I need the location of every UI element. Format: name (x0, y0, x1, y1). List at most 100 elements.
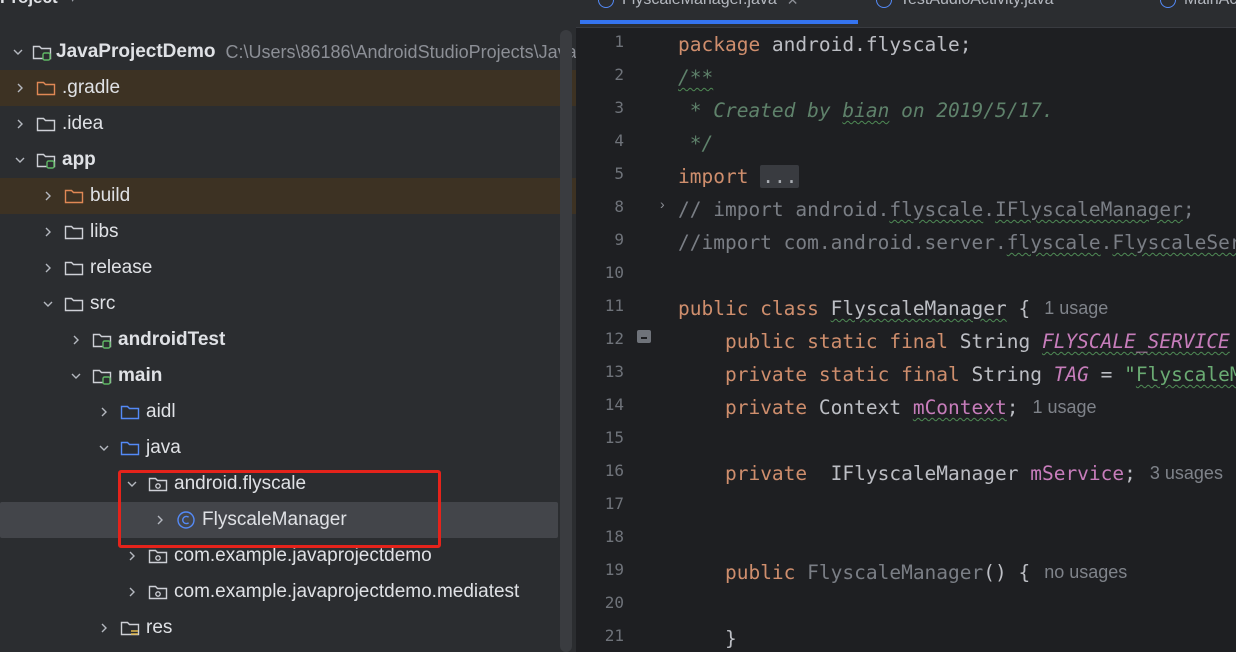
line-number: 9 (614, 230, 624, 249)
tab-testaudioactivity[interactable]: TestAudioActivity.java (876, 0, 1054, 12)
chevron-right-icon[interactable] (124, 586, 140, 598)
line-number: 15 (604, 428, 624, 447)
keyword: package (678, 33, 761, 56)
line-number: 4 (614, 131, 624, 150)
code-text: android.flyscale; (760, 33, 972, 56)
string-literal: FlyscaleManager"; (1135, 363, 1236, 386)
tree-item-libs[interactable]: libs (0, 214, 576, 250)
tab-mainactivity[interactable]: MainActivity.java (1160, 0, 1236, 12)
code-line-9: //import com.android.server. flyscale. Fly… (678, 226, 1236, 259)
comment: ; (1182, 198, 1195, 221)
tab-label: TestAudioActivity.java (900, 0, 1054, 9)
close-icon[interactable]: ✕ (787, 0, 799, 9)
doc-comment: * Created by (678, 99, 843, 122)
tree-item-com-example-javaprojectdemo-mediatest[interactable]: com.example.javaprojectdemo.mediatest (0, 574, 576, 610)
code-text: ; (1124, 462, 1136, 485)
line-number: 19 (604, 560, 624, 579)
tree-item-label: libs (90, 221, 119, 242)
tree-item-idea[interactable]: .idea (0, 106, 576, 142)
line-number: 14 (604, 395, 624, 414)
folded-imports[interactable]: ... (760, 165, 800, 188)
tab-flyscalemanager[interactable]: FlyscaleManager.java ✕ (598, 0, 798, 12)
project-view-title[interactable]: Project (0, 0, 58, 8)
code-area[interactable]: package android.flyscale; /** * Created … (678, 28, 1236, 652)
tree-item-label: release (90, 257, 153, 278)
chevron-down-icon[interactable] (12, 154, 28, 166)
tree-item-main[interactable]: main (0, 358, 576, 394)
class-icon (1160, 0, 1176, 8)
string-literal: " (1124, 363, 1136, 386)
comment: //import com.android.server. (678, 231, 1007, 254)
tree-item-com-example-javaprojectdemo[interactable]: com.example.javaprojectdemo (0, 538, 576, 574)
tab-label: MainActivity.java (1184, 0, 1236, 9)
chevron-right-icon[interactable] (96, 622, 112, 634)
code-text: { (1006, 297, 1031, 320)
code-line-8: // import android. flyscale. IFlyscaleMana… (678, 193, 1195, 226)
tree-item-aidl[interactable]: aidl (0, 394, 576, 430)
fold-arrow-icon[interactable]: › (660, 196, 665, 212)
tree-item-label: androidTest (118, 329, 226, 350)
chevron-right-icon[interactable] (68, 334, 84, 346)
line-number: 18 (604, 527, 624, 546)
chevron-down-icon[interactable] (12, 46, 24, 58)
chevron-down-icon[interactable] (124, 478, 140, 490)
tree-item-flyscalemanager[interactable]: FlyscaleManager (0, 502, 558, 538)
tree-item-label: FlyscaleManager (202, 509, 347, 530)
project-panel-header[interactable]: Project ▾ (0, 0, 76, 10)
usage-hint[interactable]: 1 usage (1044, 298, 1108, 319)
constructor-name: FlyscaleManager (795, 561, 984, 584)
tree-item-android-flyscale[interactable]: android.flyscale (0, 466, 576, 502)
tree-item-label: com.example.javaprojectdemo (174, 545, 432, 566)
code-line-14: private Context mContext; 1 usage (678, 391, 1097, 424)
static-field: FLYSCALE_SERVICE (1041, 330, 1230, 353)
code-line-21: } (678, 622, 737, 652)
tree-item-res[interactable]: res (0, 610, 576, 646)
editor-tab-bar: FlyscaleManager.java ✕ TestAudioActivity… (576, 0, 1236, 28)
usage-hint[interactable]: 3 usages (1150, 463, 1223, 484)
code-text: String (948, 330, 1042, 353)
tree-item-javaprojectdemo[interactable]: JavaProjectDemo C:\Users\86186\AndroidStu… (0, 34, 576, 70)
tab-label: FlyscaleManager.java (622, 0, 777, 9)
chevron-down-icon[interactable] (96, 442, 112, 454)
chevron-right-icon[interactable] (40, 226, 56, 238)
keyword: private (724, 396, 808, 419)
chevron-right-icon[interactable] (40, 262, 56, 274)
usage-hint[interactable]: 1 usage (1033, 397, 1097, 418)
code-line-13: private static final String TAG = " Flysc… (678, 358, 1236, 391)
source-folder-icon (120, 402, 142, 422)
chevron-right-icon[interactable] (152, 514, 168, 526)
chevron-right-icon[interactable] (124, 550, 140, 562)
tree-item-androidtest[interactable]: androidTest (0, 322, 576, 358)
code-text: String (959, 363, 1054, 386)
tree-item-release[interactable]: release (0, 250, 576, 286)
tree-item-build[interactable]: build (0, 178, 576, 214)
chevron-down-icon[interactable] (68, 370, 84, 382)
code-line-12: public static final String FLYSCALE_SERV… (678, 325, 1230, 358)
comment: flyscale (889, 198, 984, 221)
active-tab-indicator (580, 20, 858, 24)
code-text: = (1088, 363, 1125, 386)
usage-hint[interactable]: no usages (1044, 562, 1127, 583)
chevron-right-icon[interactable] (40, 190, 56, 202)
tree-item-label: .gradle (62, 77, 121, 98)
tree-item-gradle[interactable]: .gradle (0, 70, 576, 106)
chevron-right-icon[interactable] (12, 82, 28, 94)
code-line-5: import ... (678, 160, 800, 193)
tree-item-app[interactable]: app (0, 142, 576, 178)
tree-item-java[interactable]: java (0, 430, 576, 466)
chevron-down-icon[interactable]: ▾ (70, 0, 76, 5)
project-panel-scrollbar[interactable] (560, 30, 572, 652)
code-text: } (724, 627, 737, 650)
module-folder-icon (92, 330, 114, 350)
class-gutter-icon[interactable] (637, 330, 651, 343)
chevron-right-icon[interactable] (96, 406, 112, 418)
doc-comment: */ (678, 132, 714, 155)
line-number: 8 (614, 197, 624, 216)
tree-item-label: app (62, 149, 96, 170)
chevron-right-icon[interactable] (12, 118, 28, 130)
line-number: 21 (604, 626, 624, 645)
tree-item-src[interactable]: src (0, 286, 576, 322)
chevron-down-icon[interactable] (40, 298, 56, 310)
package-icon (148, 582, 170, 602)
project-tool-window: Project ▾ JavaProjectDemo C:\Users\86186\… (0, 0, 576, 652)
